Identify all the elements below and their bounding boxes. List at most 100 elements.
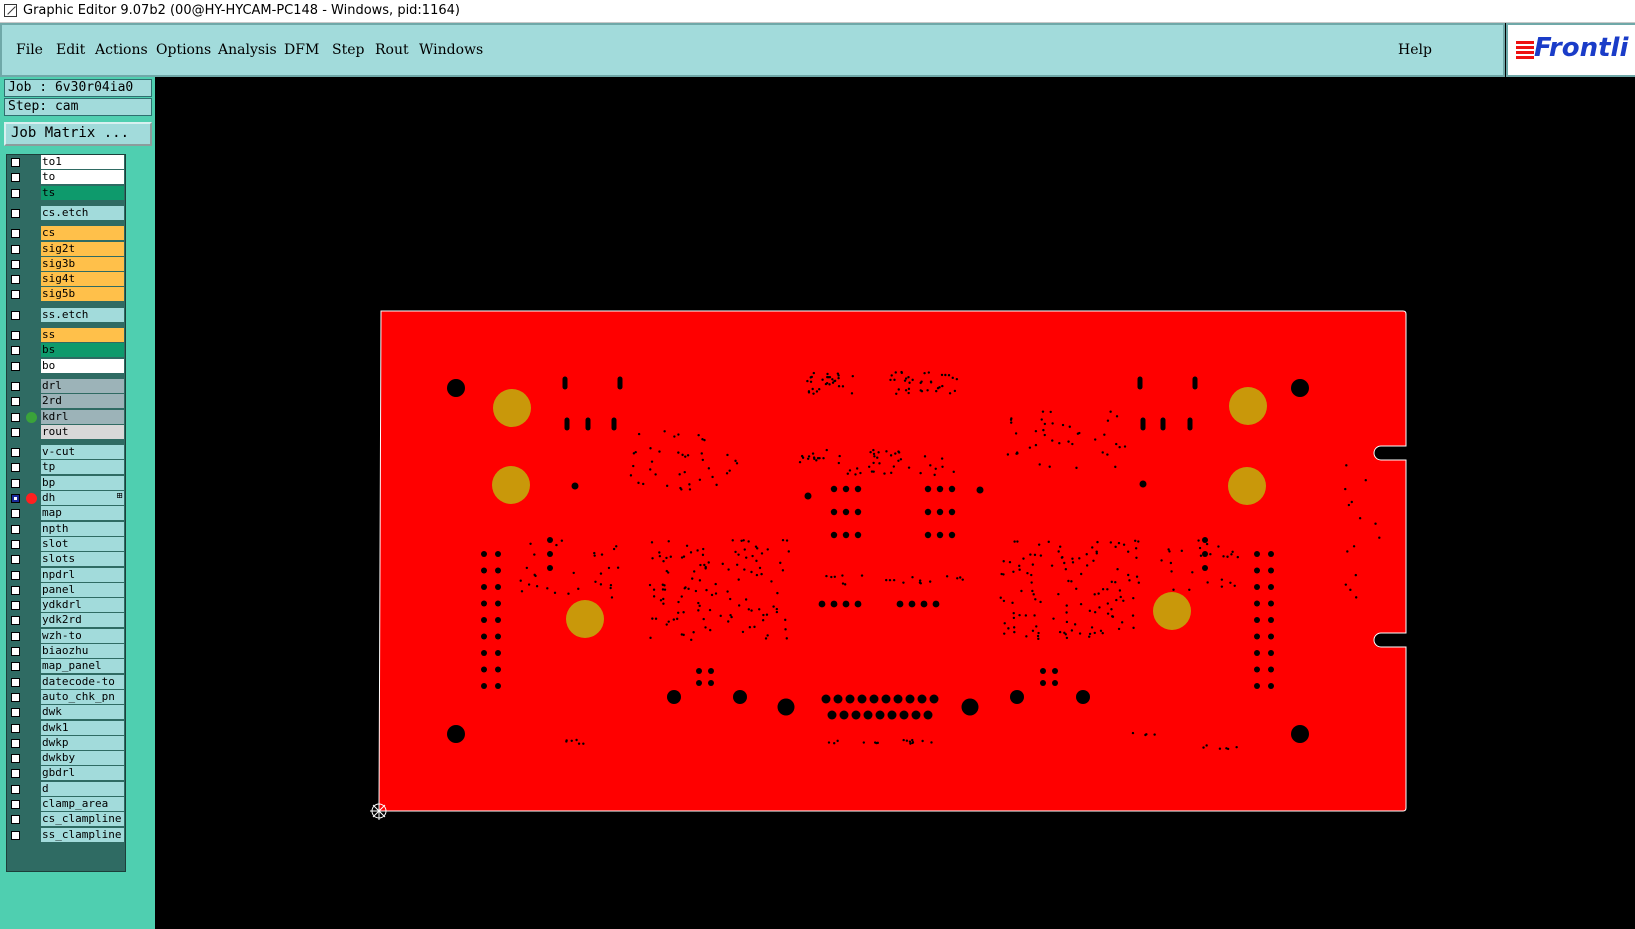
layer-name[interactable]: 2rd	[41, 394, 124, 409]
layer-row-bo[interactable]: bo	[7, 358, 125, 374]
layer-checkbox[interactable]	[11, 585, 20, 595]
layer-name[interactable]: sig5b	[41, 287, 124, 302]
layer-row-datecode-to[interactable]: datecode-to	[7, 674, 125, 690]
layer-row-map[interactable]: map	[7, 506, 125, 521]
layer-checkbox[interactable]	[11, 188, 20, 198]
layer-row-rout[interactable]: rout	[7, 424, 125, 440]
layer-row-bp[interactable]: bp	[7, 475, 125, 491]
layer-row-tp[interactable]: tp	[7, 460, 125, 475]
layer-row-dwkby[interactable]: dwkby	[7, 751, 125, 766]
layer-checkbox[interactable]	[11, 692, 20, 702]
layer-checkbox[interactable]	[11, 331, 20, 340]
layer-name[interactable]: panel	[41, 582, 124, 597]
layer-checkbox[interactable]	[11, 570, 20, 580]
layer-checkbox[interactable]	[11, 448, 20, 458]
layer-checkbox[interactable]	[11, 815, 20, 825]
layer-name[interactable]: ss_clampline	[41, 827, 124, 842]
layer-checkbox[interactable]	[11, 738, 20, 748]
layer-row-sig4t[interactable]: sig4t	[7, 272, 125, 287]
layer-checkbox[interactable]	[11, 397, 20, 407]
layer-name[interactable]: map	[41, 506, 124, 521]
layer-row-auto_chk_pn[interactable]: auto_chk_pn	[7, 689, 125, 705]
layer-name[interactable]: sig3b	[41, 256, 124, 271]
layer-row-v-cut[interactable]: v-cut	[7, 445, 125, 460]
layer-name[interactable]: ss.etch	[41, 307, 124, 322]
menu-help[interactable]: Help	[1398, 42, 1432, 58]
layer-row-npth[interactable]: npth	[7, 521, 125, 537]
layer-checkbox[interactable]	[11, 494, 20, 503]
layer-checkbox[interactable]	[11, 723, 20, 733]
layer-row-to[interactable]: to	[7, 170, 125, 185]
layer-name[interactable]: rout	[41, 424, 124, 439]
layer-checkbox[interactable]	[11, 381, 20, 391]
layer-checkbox[interactable]	[11, 662, 20, 672]
layer-row-sig3b[interactable]: sig3b	[7, 256, 125, 272]
layer-row-npdrl[interactable]: npdrl	[7, 567, 125, 583]
layer-row-ss.etch[interactable]: ss.etch	[7, 307, 125, 323]
layer-checkbox[interactable]	[11, 769, 20, 779]
layer-name[interactable]: dwk1	[41, 720, 124, 735]
layer-checkbox[interactable]	[11, 478, 20, 488]
layer-name[interactable]: gbdrl	[41, 766, 124, 781]
layer-name[interactable]: cs.etch	[41, 205, 124, 220]
layer-name[interactable]: sig4t	[41, 272, 124, 287]
layer-row-ss[interactable]: ss	[7, 328, 125, 343]
layer-name[interactable]: wzh-to	[41, 628, 124, 643]
layer-name[interactable]: bp	[41, 475, 124, 490]
layer-row-sig5b[interactable]: sig5b	[7, 287, 125, 302]
layer-checkbox[interactable]	[11, 158, 20, 167]
layer-name[interactable]: drl	[41, 378, 124, 393]
layer-name[interactable]: cs	[41, 226, 124, 241]
layer-name[interactable]: slot	[41, 536, 124, 551]
layer-checkbox[interactable]	[11, 677, 20, 687]
layer-name[interactable]: ss	[41, 328, 124, 342]
menu-file[interactable]: File	[16, 42, 43, 58]
layer-checkbox[interactable]	[11, 361, 20, 371]
menu-dfm[interactable]: DFM	[284, 42, 319, 58]
layer-name[interactable]: npth	[41, 521, 124, 536]
layer-checkbox[interactable]	[11, 173, 20, 183]
menu-windows[interactable]: Windows	[419, 42, 483, 58]
layer-checkbox[interactable]	[11, 427, 20, 437]
layer-name[interactable]: slots	[41, 552, 124, 567]
layer-checkbox[interactable]	[11, 601, 20, 611]
layer-name[interactable]: to	[41, 170, 124, 185]
layer-checkbox[interactable]	[11, 208, 20, 218]
layer-name[interactable]: ydk2rd	[41, 613, 124, 628]
layer-checkbox[interactable]	[11, 631, 20, 641]
layer-row-2rd[interactable]: 2rd	[7, 394, 125, 409]
layer-name[interactable]: sig2t	[41, 241, 124, 256]
layer-checkbox[interactable]	[11, 463, 20, 473]
layer-checkbox[interactable]	[11, 290, 20, 300]
layer-row-d[interactable]: d	[7, 781, 125, 797]
layer-name[interactable]: kdrl	[41, 409, 124, 424]
layer-checkbox[interactable]	[11, 708, 20, 718]
layer-row-ss_clampline[interactable]: ss_clampline	[7, 827, 125, 843]
layer-row-dh[interactable]: dh ⊞	[7, 491, 125, 506]
layer-checkbox[interactable]	[11, 275, 20, 285]
layer-checkbox[interactable]	[11, 784, 20, 794]
layer-name[interactable]: datecode-to	[41, 674, 124, 689]
menu-actions[interactable]: Actions	[95, 42, 148, 58]
menu-options[interactable]: Options	[156, 42, 211, 58]
layer-name[interactable]: npdrl	[41, 567, 124, 582]
layer-checkbox[interactable]	[11, 509, 20, 519]
job-matrix-button[interactable]: Job Matrix ...	[4, 122, 152, 146]
layer-name[interactable]: tp	[41, 460, 124, 475]
layer-name[interactable]: clamp_area	[41, 797, 124, 811]
layer-checkbox[interactable]	[11, 830, 20, 840]
layer-name[interactable]: cs_clampline	[41, 812, 124, 827]
layer-checkbox[interactable]	[11, 754, 20, 764]
layer-name[interactable]: bo	[41, 358, 124, 373]
layer-checkbox[interactable]	[11, 244, 20, 254]
layer-row-slot[interactable]: slot	[7, 536, 125, 552]
layer-row-cs[interactable]: cs	[7, 226, 125, 241]
menu-step[interactable]: Step	[332, 42, 364, 58]
layer-row-clamp_area[interactable]: clamp_area	[7, 797, 125, 812]
layer-name[interactable]: v-cut	[41, 445, 124, 460]
layer-name[interactable]: dwkp	[41, 735, 124, 750]
layer-row-cs_clampline[interactable]: cs_clampline	[7, 812, 125, 827]
layer-row-bs[interactable]: bs	[7, 343, 125, 358]
layer-name[interactable]: bs	[41, 343, 124, 358]
menu-edit[interactable]: Edit	[56, 42, 85, 58]
